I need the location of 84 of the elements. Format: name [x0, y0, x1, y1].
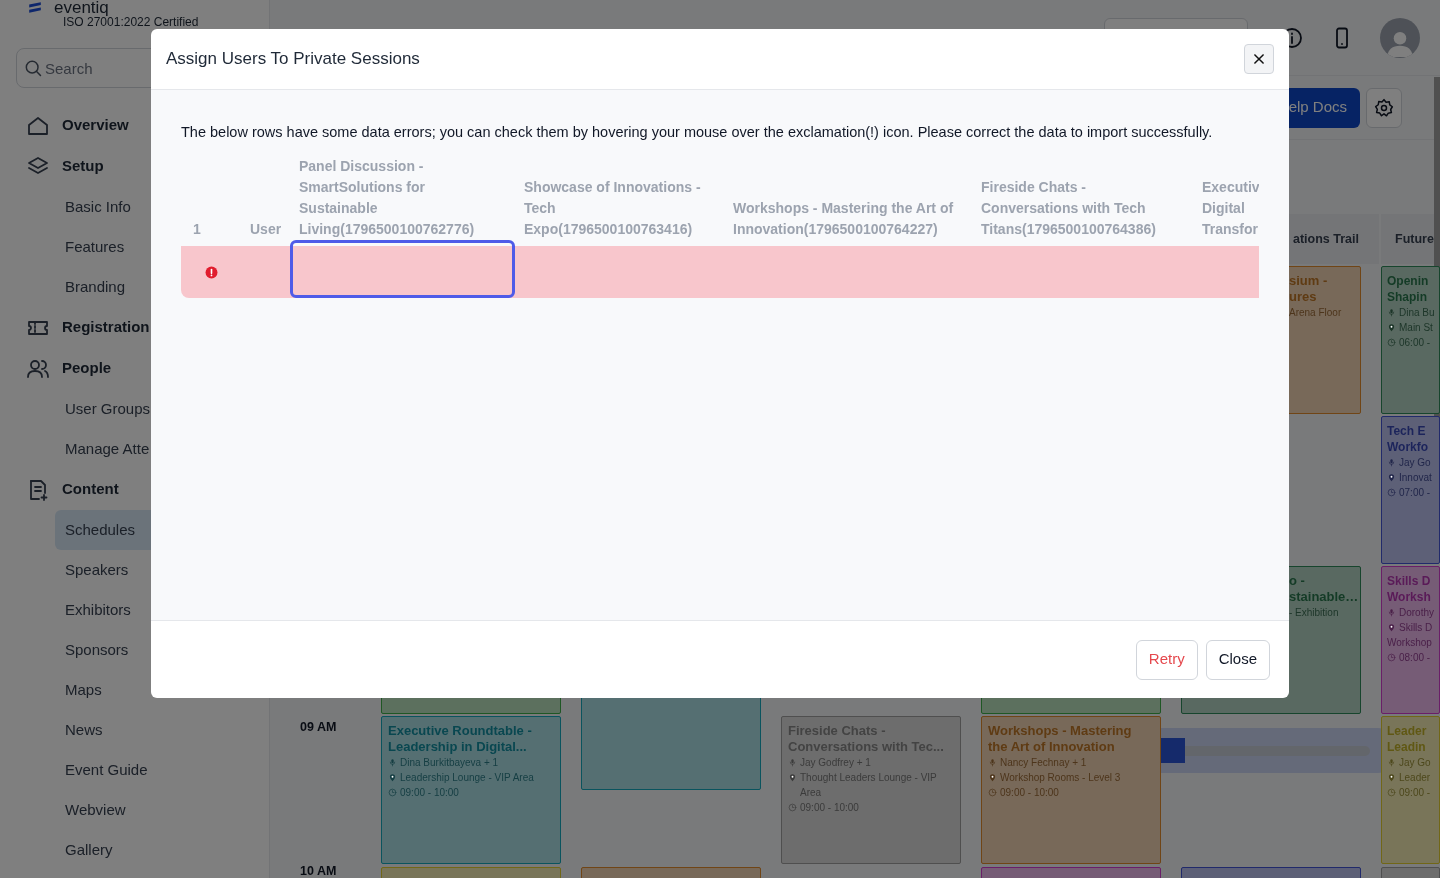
logo-text: eventiq [54, 0, 109, 16]
event-detail: Nancy Fechnay + 1 [1000, 756, 1087, 770]
clock-icon [1387, 488, 1396, 497]
event-title: Openin Shapin [1387, 273, 1430, 305]
time-label: 09 AM [299, 719, 338, 736]
column-header: Showcase of Innovations - Tech Expo(1796500100763416) [524, 178, 701, 237]
sidebar-section[interactable]: Overview [16, 105, 137, 146]
microphone-icon [388, 758, 397, 767]
close-button[interactable] [1244, 44, 1274, 74]
event-card[interactable]: Executive Roundtable - Leadership in Digital... Dina Burkitbayeva + 1 Leadership Lounge - VIP Area 09:00 - 10:00 [381, 716, 561, 864]
close-icon [1252, 52, 1266, 66]
error-message: The below rows have some data errors; you can check them by hovering your mouse over the exclamation(!) icon. Please correct the data to import successfully. [181, 123, 1214, 142]
microphone-icon [1387, 458, 1396, 467]
close-button[interactable]: Close [1205, 639, 1270, 680]
event-card[interactable]: Openin Shapin Dina Bu Main St 06:00 - [1381, 266, 1440, 414]
search-icon [23, 58, 43, 78]
microphone-icon [788, 758, 797, 767]
event-detail: Dina Burkitbayeva + 1 [400, 756, 499, 770]
column-header: 1 [193, 220, 201, 237]
clock-icon [388, 788, 397, 797]
event-detail: - Exhibition [1289, 606, 1339, 620]
event-detail: Skills D [1399, 621, 1433, 635]
settings-icon [1374, 97, 1394, 118]
retry-button[interactable]: Retry [1135, 639, 1198, 680]
event-card[interactable] [581, 867, 761, 878]
sidebar-item[interactable]: Webview [55, 790, 254, 830]
microphone-icon [1387, 758, 1396, 767]
pin-icon [1387, 623, 1396, 632]
event-detail: Dorothy [1399, 606, 1434, 620]
event-detail: 09:00 - 10:00 [400, 786, 459, 800]
event-detail: Jay Go [1399, 456, 1431, 470]
event-title: Workshops - Mastering the Art of Innovation [988, 723, 1133, 755]
column-header: Panel Discussion - SmartSolutions for Sustainable Living(1796500100762776) [299, 157, 475, 237]
event-card[interactable] [1381, 867, 1440, 878]
column-header: Workshops - Mastering the Art of Innovation(1796500100764227) [733, 199, 954, 237]
event-detail: Innovat [1399, 471, 1432, 485]
sidebar-section[interactable]: People [16, 348, 120, 389]
event-title: sium - ures [1289, 273, 1329, 305]
certification-text: ISO 27001:2022 Certified [63, 16, 200, 29]
sidebar-item[interactable]: News [55, 710, 254, 750]
clock-icon [788, 803, 797, 812]
time-label: 10 AM [299, 865, 338, 877]
event-detail: Dina Bu [1399, 306, 1435, 320]
column-header: User [250, 220, 282, 237]
sidebar-item[interactable]: Event Guide [55, 750, 254, 790]
event-detail: Workshop Rooms - Level 3 [1000, 771, 1121, 785]
settings-button[interactable] [1366, 87, 1402, 128]
event-detail: Workshop [1387, 636, 1432, 650]
event-title: Leader Leadin [1387, 723, 1428, 755]
pin-icon [388, 773, 397, 782]
event-title: Skills D Worksh [1387, 573, 1432, 605]
clock-icon [988, 788, 997, 797]
event-detail: 06:00 - [1399, 336, 1431, 350]
sidebar-item[interactable]: Gallery [55, 830, 254, 870]
microphone-icon [1387, 308, 1396, 317]
sidebar-section[interactable]: Registration [16, 307, 158, 348]
event-card[interactable] [981, 867, 1161, 878]
scroll-thumb[interactable] [1160, 737, 1185, 763]
clock-icon [1387, 338, 1396, 347]
event-detail: Arena Floor [1289, 306, 1342, 320]
event-card[interactable] [381, 867, 561, 878]
sidebar-section[interactable]: Setup [16, 146, 112, 187]
column-header: Fireside Chats - Conversations with Tech Titans(1796500100764386) [981, 178, 1156, 237]
event-detail: Leader [1399, 771, 1431, 785]
event-detail: Main St [1399, 321, 1433, 335]
pin-icon [1387, 473, 1396, 482]
event-detail: 08:00 - [1399, 651, 1431, 665]
event-title: Tech E Workfo [1387, 423, 1430, 455]
avatar[interactable] [1380, 17, 1420, 58]
sidebar-section[interactable]: Content [16, 469, 127, 510]
microphone-icon [1387, 608, 1396, 617]
pin-icon [788, 773, 797, 782]
event-card[interactable] [1181, 867, 1361, 878]
clock-icon [1387, 653, 1396, 662]
microphone-icon [988, 758, 997, 767]
pin-icon [1387, 323, 1396, 332]
event-detail: Leadership Lounge - VIP Area [400, 771, 534, 785]
event-detail: Jay Go [1399, 756, 1431, 770]
event-title: Executive Roundtable - Leadership in Digital... [388, 723, 533, 755]
selected-cell[interactable] [290, 239, 515, 298]
pin-icon [988, 773, 997, 782]
clock-icon [1387, 788, 1396, 797]
event-card[interactable]: Skills D Worksh Dorothy Skills D Workshop 08:00 - [1381, 566, 1440, 714]
pin-icon [1387, 773, 1396, 782]
